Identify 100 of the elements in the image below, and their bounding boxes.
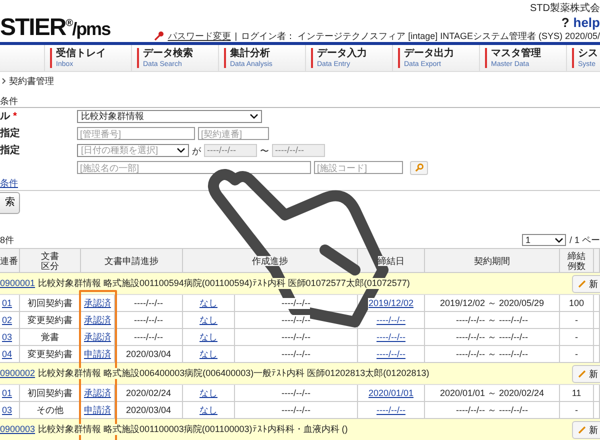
date-link[interactable]: ----/--/-- bbox=[376, 404, 406, 416]
status-link[interactable]: 承認済 bbox=[84, 332, 111, 342]
date-link[interactable]: ----/--/-- bbox=[376, 314, 406, 326]
table-cell: 初回契約書 bbox=[28, 298, 72, 308]
pencil-icon bbox=[578, 280, 586, 288]
separator-text: | bbox=[234, 31, 238, 41]
connector-text: が bbox=[192, 144, 201, 156]
column-header: 文書申請進捗 bbox=[104, 256, 158, 266]
chevron-down-icon bbox=[250, 114, 258, 119]
field-label: ル bbox=[0, 110, 10, 122]
table-cell: 変更契約書 bbox=[28, 348, 72, 360]
table-cell: 2020/03/04 bbox=[126, 404, 172, 416]
new-button[interactable]: 新 bbox=[572, 275, 600, 293]
logo: STIER$^{®}$/pms bbox=[0, 13, 110, 38]
table-cell: ----/--/-- bbox=[282, 314, 310, 326]
company-name: STD製薬株式会 bbox=[530, 2, 600, 14]
chevron-down-icon bbox=[177, 148, 185, 153]
group-info: 比較対象群情報 略式施設001100594病院(001100594)ﾃｽﾄ内科 医師01072577太郎(01072577) bbox=[38, 278, 410, 289]
help-link[interactable]: help bbox=[573, 14, 600, 30]
status-link[interactable]: なし bbox=[200, 332, 218, 342]
result-count: 8件 bbox=[0, 234, 14, 246]
column-header: 締結例数 bbox=[568, 250, 586, 270]
input-field[interactable]: [施設コード] bbox=[314, 161, 403, 174]
row-number-link[interactable]: 04 bbox=[2, 348, 12, 360]
date-link[interactable]: ----/--/-- bbox=[376, 348, 406, 360]
page-total: / 1 ペー bbox=[569, 234, 600, 246]
table-cell: ----/--/-- bbox=[282, 388, 310, 398]
search-button[interactable] bbox=[410, 160, 428, 174]
group-id-link[interactable]: 0900001 bbox=[0, 278, 36, 289]
column-header: 文書区分 bbox=[41, 250, 59, 270]
table-cell: ----/--/-- ～ ----/--/-- bbox=[456, 332, 528, 342]
date-link[interactable]: 2020/01/01 bbox=[368, 388, 414, 398]
status-link[interactable]: なし bbox=[200, 314, 218, 326]
row-number-link[interactable]: 03 bbox=[2, 332, 12, 342]
status-link[interactable]: なし bbox=[200, 404, 218, 416]
table-cell: ----/--/-- bbox=[282, 298, 310, 308]
status-link[interactable]: なし bbox=[200, 388, 218, 398]
new-button[interactable]: 新 bbox=[572, 421, 600, 439]
group-info: 比較対象群情報 略式施設006400003病院(006400003)一般ﾃｽﾄ内科 医師01202813太郎(01202813) bbox=[38, 368, 430, 379]
section-title: 条件 bbox=[0, 95, 600, 108]
row-number-link[interactable]: 01 bbox=[2, 298, 12, 308]
chevron-icon bbox=[2, 78, 6, 84]
login-info: ログイン者： インテージテクノスフィア [intage] INTAGEシステム管理者 (SYS) 2020/05/ bbox=[241, 30, 600, 42]
table-cell: ----/--/-- bbox=[134, 298, 163, 308]
required-mark: * bbox=[13, 110, 17, 122]
status-link[interactable]: 申請済 bbox=[84, 404, 111, 416]
status-link[interactable]: 承認済 bbox=[84, 314, 111, 326]
table-cell: ----/--/-- ～ ----/--/-- bbox=[456, 404, 528, 416]
date-field[interactable]: ----/--/-- bbox=[272, 144, 325, 157]
status-link[interactable]: 承認済 bbox=[84, 388, 111, 398]
table-cell: ----/--/-- bbox=[282, 404, 310, 416]
input-field[interactable]: [管理番号] bbox=[77, 127, 195, 140]
date-link[interactable]: 2019/12/02 bbox=[368, 298, 414, 308]
table-cell: 100 bbox=[568, 298, 584, 308]
table-cell: 2020/03/04 bbox=[126, 348, 172, 360]
table-cell: 2020/02/24 bbox=[126, 388, 172, 398]
password-link[interactable]: パスワード変更 bbox=[168, 30, 231, 42]
breadcrumb: 契約書管理 bbox=[9, 75, 54, 87]
table-cell: 変更契約書 bbox=[28, 314, 72, 326]
field-label: 指定 bbox=[0, 144, 20, 156]
detail-conditions-link[interactable]: 条件 bbox=[0, 178, 18, 188]
group-id-link[interactable]: 0900003 bbox=[0, 424, 36, 435]
pencil-icon bbox=[578, 426, 586, 434]
table-cell: その他 bbox=[36, 404, 64, 416]
search-icon bbox=[414, 163, 424, 172]
group-id-link[interactable]: 0900002 bbox=[0, 368, 36, 379]
table-cell: 初回契約書 bbox=[28, 388, 72, 398]
row-number-link[interactable]: 02 bbox=[2, 314, 12, 326]
field-label: 指定 bbox=[0, 128, 20, 140]
select-field[interactable]: 比較対象群情報 bbox=[77, 110, 262, 123]
chevron-down-icon bbox=[555, 238, 564, 242]
table-cell: ----/--/-- bbox=[282, 348, 310, 360]
table-cell: ----/--/-- ～ ----/--/-- bbox=[456, 348, 528, 360]
date-field[interactable]: ----/--/-- bbox=[204, 144, 257, 157]
new-button[interactable]: 新 bbox=[572, 365, 600, 383]
status-link[interactable]: なし bbox=[200, 348, 218, 360]
status-link[interactable]: なし bbox=[200, 298, 218, 308]
table-cell: ----/--/-- bbox=[134, 314, 163, 326]
search-submit-button[interactable]: 索 bbox=[0, 192, 20, 214]
input-field[interactable]: [契約連番] bbox=[198, 127, 269, 140]
pencil-icon bbox=[578, 370, 586, 378]
column-header: 作成進捗 bbox=[252, 256, 288, 266]
column-header: 連番 bbox=[0, 256, 18, 266]
table-cell: 11 bbox=[572, 388, 582, 398]
row-number-link[interactable]: 01 bbox=[2, 388, 12, 398]
table-cell: ----/--/-- ～ ----/--/-- bbox=[456, 314, 528, 326]
row-number-link[interactable]: 03 bbox=[2, 404, 12, 416]
input-field[interactable]: [施設名の一部] bbox=[77, 161, 311, 174]
table-cell: 覚書 bbox=[41, 332, 59, 342]
table-cell: 2020/01/01 ～ 2020/02/24 bbox=[440, 388, 544, 398]
date-link[interactable]: ----/--/-- bbox=[376, 332, 406, 342]
status-link[interactable]: 申請済 bbox=[84, 348, 111, 360]
status-link[interactable]: 承認済 bbox=[84, 298, 111, 308]
key-icon bbox=[154, 31, 164, 41]
group-info: 比較対象群情報 略式施設001100003病院(001100003)ﾃｽﾄ内科科・血液内科 () bbox=[38, 424, 348, 435]
table-cell: ----/--/-- bbox=[134, 332, 163, 342]
table-cell: ----/--/-- bbox=[282, 332, 310, 342]
column-header: 契約期間 bbox=[474, 256, 510, 266]
help-icon: ? bbox=[561, 14, 570, 30]
page-select[interactable]: 1 bbox=[522, 234, 566, 246]
